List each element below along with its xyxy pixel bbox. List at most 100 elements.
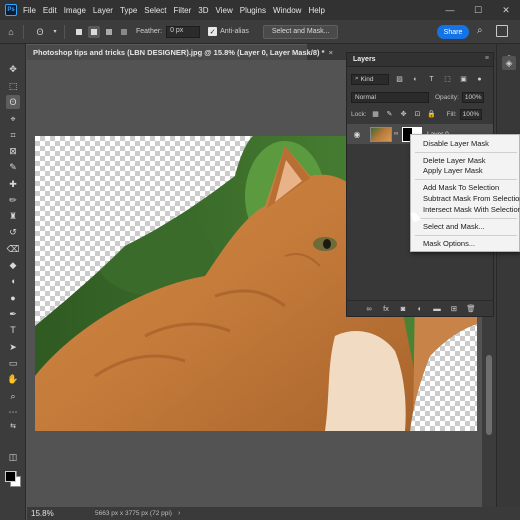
lock-artboard-icon[interactable]: ⊡ [413, 109, 423, 119]
chevron-down-icon[interactable]: ▾ [51, 25, 59, 39]
brush-tool-icon[interactable]: ✏ [6, 193, 20, 207]
frame-tool-icon[interactable]: ⊠ [6, 144, 20, 158]
layer-style-icon[interactable]: fx [380, 303, 393, 314]
panel-menu-icon[interactable]: ≡ [485, 55, 489, 62]
maximize-button[interactable]: ☐ [464, 0, 492, 20]
scrollbar-thumb[interactable] [486, 355, 492, 435]
feather-input[interactable]: 0 px [166, 25, 201, 38]
window-controls: — ☐ ✕ [436, 0, 520, 20]
type-filter-icon[interactable]: T [426, 74, 437, 85]
adjustment-filter-icon[interactable]: ◐ [410, 74, 421, 85]
menu-view[interactable]: View [216, 6, 233, 15]
foreground-color-swatch[interactable] [5, 471, 16, 482]
new-group-icon[interactable]: ▬ [431, 303, 444, 314]
intersect-selection-button[interactable] [118, 26, 130, 38]
workspace-icon[interactable] [496, 25, 508, 37]
layers-panel-icon[interactable]: ◈ [502, 56, 516, 70]
menu-edit[interactable]: Edit [43, 6, 57, 15]
options-bar: ⌂ ʘ ▾ Feather: 0 px ✓ Anti-alias Select … [0, 20, 520, 44]
quick-mask-icon[interactable]: ◫ [6, 450, 20, 464]
menu-3d[interactable]: 3D [198, 6, 208, 15]
move-tool-icon[interactable]: ✥ [6, 62, 20, 76]
document-tab-title: Photoshop tips and tricks (LBN DESIGNER)… [33, 48, 325, 57]
close-window-button[interactable]: ✕ [492, 0, 520, 20]
menu-image[interactable]: Image [64, 6, 86, 15]
menu-item-disable-layer-mask[interactable]: Disable Layer Mask [411, 138, 520, 149]
tools-panel: ✥ ⬚ ʘ ⌖ ⌗ ⊠ ✎ ✚ ✏ ♜ ↺ ⌫ ◆ ◖ ● ✒ T ➤ ▭ ✋ … [0, 44, 26, 520]
zoom-level[interactable]: 15.8% [31, 509, 81, 518]
close-document-icon[interactable]: × [329, 48, 333, 57]
lock-pixels-icon[interactable]: ✎ [385, 109, 395, 119]
history-brush-tool-icon[interactable]: ↺ [6, 225, 20, 239]
minimize-button[interactable]: — [436, 0, 464, 20]
photoshop-logo[interactable]: Ps [5, 4, 17, 16]
menu-item-intersect-mask-with-selection[interactable]: Intersect Mask With Selection [411, 204, 520, 215]
healing-brush-tool-icon[interactable]: ✚ [6, 177, 20, 191]
add-mask-icon[interactable]: ◙ [397, 303, 410, 314]
search-icon[interactable]: ⌕ [477, 25, 483, 36]
crop-tool-icon[interactable]: ⌗ [6, 128, 20, 142]
kind-filter-select[interactable]: ⌕ Kind [351, 73, 389, 85]
shape-filter-icon[interactable]: ⬚ [442, 74, 453, 85]
status-menu-arrow[interactable]: › [178, 510, 180, 517]
layer-thumbnail[interactable] [370, 126, 392, 142]
select-and-mask-button[interactable]: Select and Mask... [262, 24, 339, 39]
new-layer-icon[interactable]: ⊞ [448, 303, 461, 314]
menu-window[interactable]: Window [273, 6, 301, 15]
menu-help[interactable]: Help [308, 6, 324, 15]
blur-tool-icon[interactable]: ◖ [6, 274, 20, 288]
dodge-tool-icon[interactable]: ● [6, 291, 20, 305]
swap-colors-icon[interactable]: ⇆ [6, 419, 20, 433]
menu-item-subtract-mask-from-selection[interactable]: Subtract Mask From Selection [411, 193, 520, 204]
menu-item-select-and-mask[interactable]: Select and Mask... [411, 221, 520, 232]
menu-item-apply-layer-mask[interactable]: Apply Layer Mask [411, 165, 520, 176]
lasso-tool-icon[interactable]: ʘ [33, 25, 47, 39]
lasso-tool-icon[interactable]: ʘ [6, 95, 20, 109]
menu-layer[interactable]: Layer [93, 6, 113, 15]
home-icon[interactable]: ⌂ [4, 25, 18, 39]
pixel-filter-icon[interactable]: ▨ [394, 74, 405, 85]
menu-select[interactable]: Select [144, 6, 166, 15]
more-tools-icon[interactable]: ⋯ [6, 405, 20, 419]
link-icon[interactable]: ∞ [394, 131, 400, 137]
paint-bucket-tool-icon[interactable]: ◆ [6, 258, 20, 272]
adjustment-layer-icon[interactable]: ◐ [414, 303, 427, 314]
eyedropper-tool-icon[interactable]: ✎ [6, 160, 20, 174]
rectangle-tool-icon[interactable]: ▭ [6, 356, 20, 370]
share-button[interactable]: Share [437, 25, 469, 39]
document-info: 5663 px x 3775 px (72 ppi) [95, 510, 172, 517]
menu-file[interactable]: File [23, 6, 36, 15]
lock-all-icon[interactable]: 🔒 [427, 109, 437, 119]
lock-position-icon[interactable]: ✥ [399, 109, 409, 119]
menu-item-mask-options[interactable]: Mask Options... [411, 238, 520, 249]
menu-type[interactable]: Type [120, 6, 137, 15]
blend-mode-select[interactable]: Normal [351, 91, 429, 103]
marquee-tool-icon[interactable]: ⬚ [6, 79, 20, 93]
path-selection-tool-icon[interactable]: ➤ [6, 340, 20, 354]
hand-tool-icon[interactable]: ✋ [6, 372, 20, 386]
opacity-input[interactable]: 100% [461, 91, 484, 103]
filter-toggle-icon[interactable]: ● [474, 74, 485, 85]
visibility-eye-icon[interactable]: ◉ [350, 130, 364, 139]
fill-input[interactable]: 100% [459, 108, 482, 120]
eraser-tool-icon[interactable]: ⌫ [6, 242, 20, 256]
new-selection-button[interactable] [73, 26, 85, 38]
menu-item-add-mask-to-selection[interactable]: Add Mask To Selection [411, 182, 520, 193]
document-tab[interactable]: Photoshop tips and tricks (LBN DESIGNER)… [27, 44, 333, 60]
smart-object-filter-icon[interactable]: ▣ [458, 74, 469, 85]
subtract-from-selection-button[interactable] [103, 26, 115, 38]
antialias-label: Anti-alias [220, 28, 249, 35]
layers-panel-title[interactable]: Layers [353, 56, 376, 63]
lock-transparency-icon[interactable]: ▦ [371, 109, 381, 119]
clone-stamp-tool-icon[interactable]: ♜ [6, 209, 20, 223]
pen-tool-icon[interactable]: ✒ [6, 307, 20, 321]
add-to-selection-button[interactable] [88, 25, 100, 38]
antialias-checkbox[interactable]: ✓ [208, 27, 218, 36]
link-layers-icon[interactable]: ∞ [363, 303, 376, 314]
menu-plugins[interactable]: Plugins [240, 6, 266, 15]
delete-layer-icon[interactable]: 🗑 [465, 303, 478, 314]
type-tool-icon[interactable]: T [6, 323, 20, 337]
menu-filter[interactable]: Filter [174, 6, 192, 15]
object-selection-tool-icon[interactable]: ⌖ [6, 112, 20, 126]
zoom-tool-icon[interactable]: ⌕ [6, 389, 20, 403]
